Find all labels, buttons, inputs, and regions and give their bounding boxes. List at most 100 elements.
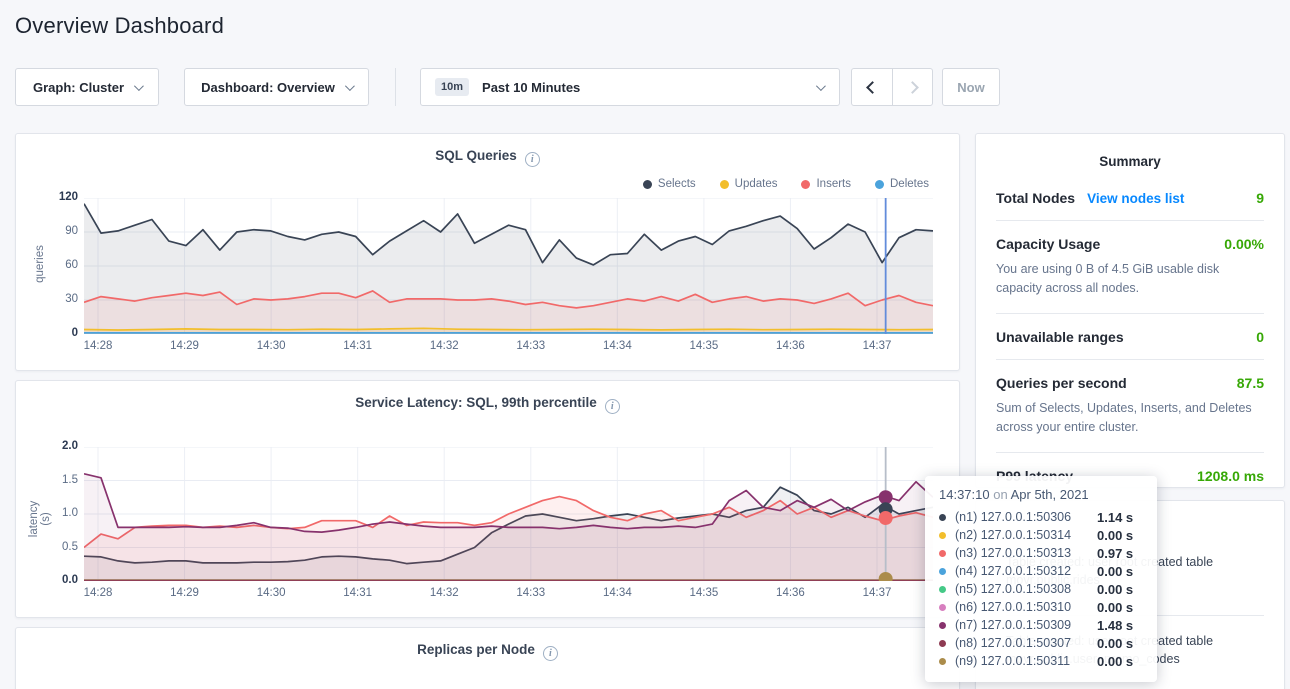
tooltip-row: (n5) 127.0.0.1:503080.00 s <box>939 580 1143 598</box>
view-nodes-list-link[interactable]: View nodes list <box>1087 191 1184 206</box>
summary-panel: Summary Total Nodes View nodes list 9 Ca… <box>975 133 1285 488</box>
tooltip-time: 14:37:10 <box>939 487 990 502</box>
tooltip-node-label: (n5) 127.0.0.1:50308 <box>955 582 1097 596</box>
tooltip-node-value: 0.00 s <box>1097 654 1133 669</box>
tooltip-node-label: (n3) 127.0.0.1:50313 <box>955 546 1097 560</box>
time-range-badge: 10m <box>435 78 469 96</box>
time-range-dropdown[interactable]: 10m Past 10 Minutes <box>420 68 840 106</box>
page-title: Overview Dashboard <box>15 13 224 39</box>
chevron-down-icon <box>134 81 144 91</box>
summary-item-unavailable-ranges: Unavailable ranges 0 <box>996 314 1264 360</box>
tooltip-node-label: (n9) 127.0.0.1:50311 <box>955 654 1097 668</box>
node-color-dot-icon <box>939 604 946 611</box>
tooltip-row: (n4) 127.0.0.1:503120.00 s <box>939 562 1143 580</box>
tooltip-node-label: (n4) 127.0.0.1:50312 <box>955 564 1097 578</box>
capacity-value: 0.00% <box>1224 236 1264 252</box>
sql-chart-legend: Selects Updates Inserts Deletes <box>643 178 929 190</box>
tooltip-row: (n8) 127.0.0.1:503070.00 s <box>939 634 1143 652</box>
tooltip-node-value: 0.00 s <box>1097 528 1133 543</box>
time-pager <box>851 68 933 106</box>
sql-queries-chart-plot[interactable]: queries 030609012014:2814:2914:3014:3114… <box>16 198 961 368</box>
prev-time-button[interactable] <box>852 69 892 105</box>
tooltip-row: (n2) 127.0.0.1:503140.00 s <box>939 526 1143 544</box>
info-icon[interactable] <box>543 646 558 661</box>
tooltip-node-value: 1.48 s <box>1097 618 1133 633</box>
legend-dot-icon <box>801 180 810 189</box>
legend-dot-icon <box>720 180 729 189</box>
info-icon[interactable] <box>525 152 540 167</box>
tooltip-node-label: (n2) 127.0.0.1:50314 <box>955 528 1097 542</box>
latency-y-axis-label: latency (s) <box>28 499 52 539</box>
time-range-label: Past 10 Minutes <box>482 80 580 95</box>
tooltip-node-value: 1.14 s <box>1097 510 1133 525</box>
tooltip-on: on <box>993 487 1007 502</box>
node-color-dot-icon <box>939 532 946 539</box>
tooltip-node-label: (n7) 127.0.0.1:50309 <box>955 618 1097 632</box>
node-color-dot-icon <box>939 568 946 575</box>
legend-label: Inserts <box>816 178 851 190</box>
replicas-chart-title: Replicas per Node <box>16 642 959 661</box>
legend-dot-icon <box>875 180 884 189</box>
legend-item: Deletes <box>875 178 929 190</box>
replicas-per-node-panel: Replicas per Node <box>15 627 960 689</box>
legend-item: Updates <box>720 178 778 190</box>
tooltip-row: (n7) 127.0.0.1:503091.48 s <box>939 616 1143 634</box>
node-color-dot-icon <box>939 658 946 665</box>
tooltip-node-label: (n6) 127.0.0.1:50310 <box>955 600 1097 614</box>
graph-selector-dropdown[interactable]: Graph: Cluster <box>15 68 159 106</box>
service-latency-chart-plot[interactable]: latency (s) 0.00.51.01.52.014:2814:2914:… <box>16 447 961 617</box>
legend-label: Updates <box>735 178 778 190</box>
qps-description: Sum of Selects, Updates, Inserts, and De… <box>996 399 1264 438</box>
chevron-left-icon <box>866 81 879 94</box>
summary-items: Total Nodes View nodes list 9 Capacity U… <box>976 169 1284 498</box>
graph-selector-label: Graph: Cluster <box>33 80 124 95</box>
latency-chart-title: Service Latency: SQL, 99th percentile <box>16 395 959 414</box>
service-latency-panel: Service Latency: SQL, 99th percentile la… <box>15 380 960 618</box>
tooltip-node-value: 0.00 s <box>1097 600 1133 615</box>
chevron-down-icon <box>816 81 826 91</box>
controls-bar: Graph: Cluster Dashboard: Overview 10m P… <box>15 68 1000 106</box>
tooltip-node-label: (n1) 127.0.0.1:50306 <box>955 510 1097 524</box>
capacity-description: You are using 0 B of 4.5 GiB usable disk… <box>996 260 1264 299</box>
node-color-dot-icon <box>939 550 946 557</box>
sql-queries-panel: SQL Queries Selects Updates Inserts Deletes… <box>15 133 960 371</box>
summary-item-qps: Queries per second 87.5 Sum of Selects, … <box>996 360 1264 453</box>
node-color-dot-icon <box>939 514 946 521</box>
summary-title: Summary <box>976 134 1284 169</box>
legend-item: Selects <box>643 178 696 190</box>
chevron-down-icon <box>345 81 355 91</box>
sql-chart-title: SQL Queries <box>16 148 959 167</box>
node-color-dot-icon <box>939 586 946 593</box>
now-button[interactable]: Now <box>942 68 1000 106</box>
tooltip-node-value: 0.00 s <box>1097 582 1133 597</box>
tooltip-node-value: 0.97 s <box>1097 546 1133 561</box>
sql-y-axis-label: queries <box>34 244 46 284</box>
tooltip-node-label: (n8) 127.0.0.1:50307 <box>955 636 1097 650</box>
total-nodes-value: 9 <box>1256 190 1264 206</box>
info-icon[interactable] <box>605 399 620 414</box>
tooltip-row: (n1) 127.0.0.1:503061.14 s <box>939 508 1143 526</box>
tooltip-row: (n6) 127.0.0.1:503100.00 s <box>939 598 1143 616</box>
legend-item: Inserts <box>801 178 851 190</box>
unavailable-ranges-label: Unavailable ranges <box>996 329 1124 345</box>
dashboard-selector-label: Dashboard: Overview <box>201 80 335 95</box>
total-nodes-label: Total Nodes <box>996 190 1075 206</box>
p99-latency-value: 1208.0 ms <box>1197 468 1264 484</box>
tooltip-node-value: 0.00 s <box>1097 564 1133 579</box>
chart-hover-tooltip: 14:37:10 on Apr 5th, 2021 (n1) 127.0.0.1… <box>925 476 1157 682</box>
latency-chart-title-text: Service Latency: SQL, 99th percentile <box>355 395 597 410</box>
dashboard-selector-dropdown[interactable]: Dashboard: Overview <box>184 68 369 106</box>
tooltip-timestamp: 14:37:10 on Apr 5th, 2021 <box>939 487 1143 502</box>
legend-label: Selects <box>658 178 696 190</box>
summary-item-capacity: Capacity Usage 0.00% You are using 0 B o… <box>996 221 1264 314</box>
legend-dot-icon <box>643 180 652 189</box>
summary-item-total-nodes: Total Nodes View nodes list 9 <box>996 175 1264 221</box>
sql-chart-title-text: SQL Queries <box>435 148 517 163</box>
tooltip-node-value: 0.00 s <box>1097 636 1133 651</box>
chevron-right-icon <box>906 81 919 94</box>
tooltip-row: (n3) 127.0.0.1:503130.97 s <box>939 544 1143 562</box>
tooltip-date: Apr 5th, 2021 <box>1011 487 1089 502</box>
next-time-button[interactable] <box>892 69 932 105</box>
node-color-dot-icon <box>939 640 946 647</box>
tooltip-rows: (n1) 127.0.0.1:503061.14 s(n2) 127.0.0.1… <box>939 508 1143 670</box>
